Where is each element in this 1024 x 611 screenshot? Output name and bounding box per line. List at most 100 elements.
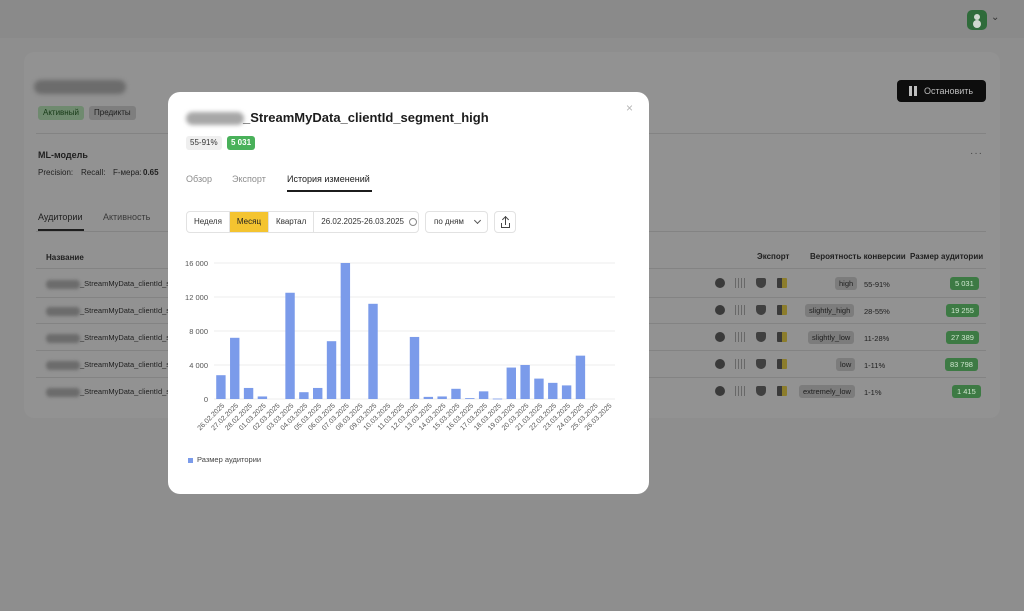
bar[interactable]: [478, 391, 489, 399]
barcode-icon[interactable]: [735, 332, 745, 342]
tab-change-history[interactable]: История изменений: [287, 174, 370, 184]
database-icon[interactable]: [756, 278, 766, 288]
bar[interactable]: [326, 341, 337, 399]
bar[interactable]: [257, 396, 268, 399]
column-export: Экспорт: [757, 252, 790, 261]
gear-icon[interactable]: [715, 386, 725, 396]
bar[interactable]: [520, 365, 530, 399]
barcode-icon[interactable]: [735, 386, 745, 396]
row-export-icons: [715, 386, 789, 398]
database-icon[interactable]: [756, 332, 766, 342]
redacted-prefix: [46, 279, 80, 289]
bar[interactable]: [299, 392, 309, 399]
tab-underline: [287, 190, 372, 192]
bar[interactable]: [423, 396, 434, 399]
clear-icon[interactable]: [409, 218, 418, 226]
bar[interactable]: [216, 375, 226, 399]
tab-export[interactable]: Экспорт: [232, 174, 266, 184]
redacted-prefix: [46, 306, 80, 316]
size-badge: 83 798: [945, 358, 978, 371]
gear-icon[interactable]: [715, 278, 725, 288]
bar[interactable]: [575, 355, 586, 399]
type-badge: Предикты: [89, 106, 136, 120]
bar[interactable]: [243, 387, 254, 399]
bar[interactable]: [451, 388, 461, 399]
legend-swatch: [188, 457, 193, 463]
probability-range: 55-91%: [864, 280, 890, 289]
database-icon[interactable]: [756, 359, 766, 369]
redacted-prefix: [46, 360, 80, 370]
cloud-export-icon[interactable]: [777, 359, 787, 369]
bar[interactable]: [313, 387, 323, 399]
row-export-icons: [715, 332, 789, 344]
chevron-down-icon: [473, 216, 482, 225]
status-badge: Активный: [38, 106, 84, 120]
period-week-button[interactable]: Неделя: [187, 212, 230, 232]
close-icon[interactable]: ×: [626, 101, 633, 115]
bar[interactable]: [492, 398, 503, 400]
barcode-icon[interactable]: [735, 278, 745, 288]
redacted-prefix: [46, 387, 80, 397]
bar[interactable]: [548, 382, 558, 399]
export-button[interactable]: [494, 211, 516, 233]
cloud-export-icon[interactable]: [777, 278, 787, 288]
pause-icon: [909, 86, 917, 96]
probability-badge: extremely_low: [799, 385, 855, 398]
size-badge: 5 031: [950, 277, 979, 290]
table-row[interactable]: _StreamMyData_clientId_s: [46, 387, 170, 397]
row-export-icons: [715, 305, 789, 317]
date-range-picker[interactable]: 26.02.2025-26.03.2025: [314, 212, 418, 232]
table-row[interactable]: _StreamMyData_clientId_s: [46, 279, 170, 289]
bar[interactable]: [340, 263, 351, 399]
bar[interactable]: [285, 292, 295, 399]
bar[interactable]: [368, 303, 378, 399]
y-tick-label: 16 000: [185, 259, 208, 268]
barcode-icon[interactable]: [735, 359, 745, 369]
bar[interactable]: [534, 378, 544, 399]
column-probability: Вероятность конверсии: [810, 252, 906, 261]
table-row[interactable]: _StreamMyData_clientId_s: [46, 360, 170, 370]
probability-badge: low: [836, 358, 856, 371]
tab-overview[interactable]: Обзор: [186, 174, 212, 184]
column-name: Название: [46, 253, 84, 262]
range-badge: 55-91%: [186, 136, 222, 150]
stop-button[interactable]: Остановить: [897, 80, 986, 102]
chevron-down-icon[interactable]: ⌄: [991, 12, 999, 23]
tab-audiences[interactable]: Аудитории: [38, 212, 82, 222]
precision-label: Precision:: [38, 168, 74, 177]
period-quarter-button[interactable]: Квартал: [269, 212, 315, 232]
more-icon[interactable]: ···: [970, 148, 983, 159]
gear-icon[interactable]: [715, 359, 725, 369]
bar[interactable]: [561, 385, 572, 399]
recall-label: Recall:: [81, 168, 106, 177]
table-row[interactable]: _StreamMyData_clientId_s: [46, 333, 170, 343]
tab-activity[interactable]: Активность: [103, 212, 150, 222]
size-badge: 1 415: [952, 385, 981, 398]
database-icon[interactable]: [756, 386, 766, 396]
barcode-icon[interactable]: [735, 305, 745, 315]
bar[interactable]: [230, 337, 240, 399]
y-tick-label: 4 000: [189, 361, 208, 370]
bar[interactable]: [465, 398, 475, 399]
bar[interactable]: [409, 336, 420, 399]
table-row[interactable]: _StreamMyData_clientId_s: [46, 306, 170, 316]
gear-icon[interactable]: [715, 305, 725, 315]
fmeasure-value: 0.65: [143, 168, 159, 177]
cloud-export-icon[interactable]: [777, 386, 787, 396]
bar[interactable]: [506, 367, 516, 399]
database-icon[interactable]: [756, 305, 766, 315]
size-badge: 19 255: [946, 304, 979, 317]
cloud-export-icon[interactable]: [777, 332, 787, 342]
redacted-prefix: [46, 333, 80, 343]
probability-badge: high: [835, 277, 858, 290]
modal-title: _StreamMyData_clientId_segment_high: [243, 110, 489, 125]
period-month-button[interactable]: Месяц: [229, 212, 270, 232]
title-redacted-prefix: [186, 112, 244, 125]
bar[interactable]: [437, 396, 447, 399]
audience-size-chart: 04 0008 00012 00016 000 26.02.202527.02.…: [185, 259, 615, 432]
user-avatar-icon[interactable]: [967, 10, 987, 30]
granularity-select[interactable]: по дням: [425, 211, 488, 233]
y-tick-label: 12 000: [185, 293, 208, 302]
cloud-export-icon[interactable]: [777, 305, 787, 315]
gear-icon[interactable]: [715, 332, 725, 342]
